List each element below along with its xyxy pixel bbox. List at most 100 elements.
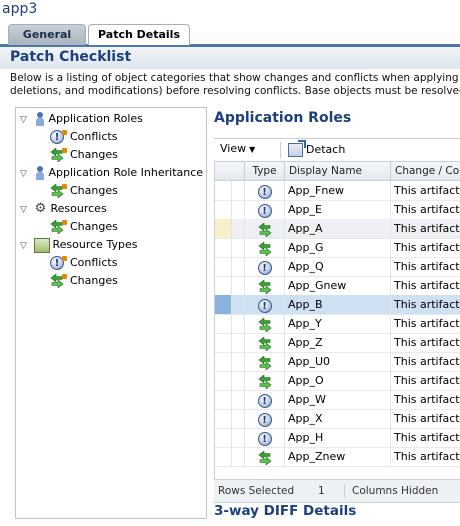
change-icon — [258, 375, 272, 389]
expand-toggle-icon[interactable]: ▽ — [20, 237, 30, 255]
header-select — [215, 162, 245, 180]
table-header: Type Display Name Change / Conf — [215, 162, 460, 181]
table-row[interactable]: ! App_BThis artifact is — [215, 295, 460, 315]
type-cell: ! — [245, 428, 285, 447]
tree-category[interactable]: ▽ Application Roles — [20, 110, 143, 128]
tree-category[interactable]: ▽ Resource Types — [20, 236, 137, 254]
display-name-cell: App_E — [285, 200, 391, 219]
row-selector-cell[interactable] — [215, 257, 232, 276]
detach-label: Detach — [306, 143, 346, 156]
row-selector-cell[interactable] — [215, 371, 232, 390]
row-selector[interactable] — [215, 257, 245, 276]
row-selector-cell[interactable] — [215, 428, 232, 447]
row-selector-cell[interactable] — [215, 200, 232, 219]
header-display-name[interactable]: Display Name — [285, 162, 391, 180]
row-selector[interactable] — [215, 409, 245, 428]
row-selector[interactable] — [215, 447, 245, 466]
tree-label: Resources — [50, 202, 107, 215]
row-selector-cell[interactable] — [215, 390, 232, 409]
change-cell: This artifact is — [394, 298, 460, 311]
tree-item[interactable]: Changes — [50, 272, 118, 290]
row-selector-cell[interactable] — [215, 333, 232, 352]
row-selector[interactable] — [215, 200, 245, 219]
row-selector-cell[interactable] — [215, 276, 232, 295]
change-cell: This artifact is — [394, 393, 460, 406]
type-cell: ! — [245, 181, 285, 200]
table-row[interactable]: ! App_QThis artifact is — [215, 257, 460, 277]
tree-item[interactable]: Changes — [50, 146, 118, 164]
table-row[interactable]: App_ZnewThis artifact is — [215, 447, 460, 467]
table-row[interactable]: App_OThis artifact is — [215, 371, 460, 391]
view-menu-button[interactable]: View ▼ — [220, 142, 255, 155]
expand-toggle-icon[interactable]: ▽ — [20, 201, 30, 219]
row-selector-cell[interactable] — [215, 352, 232, 371]
description-line-1: Below is a listing of object categories … — [10, 72, 460, 84]
table-row[interactable]: App_U0This artifact is — [215, 352, 460, 372]
toolbar-divider — [280, 142, 281, 158]
table-row[interactable]: ! App_XThis artifact is — [215, 409, 460, 429]
row-selector-cell[interactable] — [215, 238, 232, 257]
table-row[interactable]: ! App_HThis artifact is — [215, 428, 460, 448]
display-name-cell: App_G — [285, 238, 391, 257]
header-type[interactable]: Type — [245, 162, 285, 180]
tree-category[interactable]: ▽ ⚙ Resources — [20, 200, 107, 218]
row-selector[interactable] — [215, 276, 245, 295]
header-change-conflict[interactable]: Change / Conf — [391, 162, 460, 180]
table-row[interactable]: ! App_WThis artifact is — [215, 390, 460, 410]
row-selector-cell[interactable] — [215, 314, 232, 333]
type-cell — [245, 447, 285, 466]
diff-details-title: 3-way DIFF Details — [214, 503, 357, 519]
row-selector-cell[interactable] — [215, 219, 232, 238]
expand-toggle-icon[interactable]: ▽ — [20, 111, 30, 129]
tab-patch-details[interactable]: Patch Details — [88, 24, 190, 45]
tree-item[interactable]: Changes — [50, 218, 118, 236]
display-name-cell: App_W — [285, 390, 391, 409]
type-cell: ! — [245, 390, 285, 409]
row-selector-cell[interactable] — [215, 447, 232, 466]
row-selector[interactable] — [215, 181, 245, 200]
tree-item[interactable]: ! Conflicts — [50, 128, 117, 146]
tree-label: Conflicts — [70, 130, 118, 143]
tree-category[interactable]: ▽ Application Role Inheritance — [20, 164, 203, 182]
rows-selected-label: Rows Selected — [218, 485, 295, 497]
change-cell: This artifact is — [394, 203, 460, 216]
row-selector[interactable] — [215, 238, 245, 257]
row-selector[interactable] — [215, 352, 245, 371]
table-row[interactable]: App_YThis artifact is — [215, 314, 460, 334]
row-selector-cell[interactable] — [215, 409, 232, 428]
expand-toggle-icon[interactable]: ▽ — [20, 165, 30, 183]
table-row[interactable]: App_AThis artifact is — [215, 219, 460, 239]
row-selector[interactable] — [215, 219, 245, 238]
table-row[interactable]: App_ZThis artifact is — [215, 333, 460, 353]
tree-item[interactable]: Changes — [50, 182, 118, 200]
row-selector-cell[interactable] — [215, 181, 232, 200]
tree-label: Resource Types — [52, 238, 138, 251]
type-cell — [245, 314, 285, 333]
tab-general[interactable]: General — [8, 24, 86, 45]
row-selector[interactable] — [215, 371, 245, 390]
tree-item[interactable]: ! Conflicts — [50, 254, 117, 272]
display-name-cell: App_O — [285, 371, 391, 390]
gear-icon: ⚙ — [34, 201, 47, 216]
row-selector-cell[interactable] — [215, 295, 232, 314]
change-cell: This artifact is — [394, 241, 460, 254]
table-row[interactable]: App_GnewThis artifact is — [215, 276, 460, 296]
row-selector[interactable] — [215, 295, 245, 314]
conflict-icon: ! — [257, 261, 272, 275]
change-cell: This artifact is — [394, 431, 460, 444]
table-row[interactable]: ! App_FnewThis artifact is — [215, 181, 460, 201]
table-row[interactable]: App_GThis artifact is — [215, 238, 460, 258]
change-cell: This artifact is — [394, 260, 460, 273]
view-label: View — [220, 142, 247, 155]
detach-button[interactable]: Detach — [288, 140, 346, 159]
display-name-cell: App_Znew — [285, 447, 391, 466]
checklist-title: Patch Checklist — [10, 49, 132, 65]
pending-marker-icon — [62, 184, 67, 189]
row-selector[interactable] — [215, 314, 245, 333]
table-row[interactable]: ! App_EThis artifact is — [215, 200, 460, 220]
row-selector[interactable] — [215, 390, 245, 409]
type-cell — [245, 333, 285, 352]
row-selector[interactable] — [215, 333, 245, 352]
table-toolbar: View ▼ Detach — [214, 138, 460, 161]
row-selector[interactable] — [215, 428, 245, 447]
